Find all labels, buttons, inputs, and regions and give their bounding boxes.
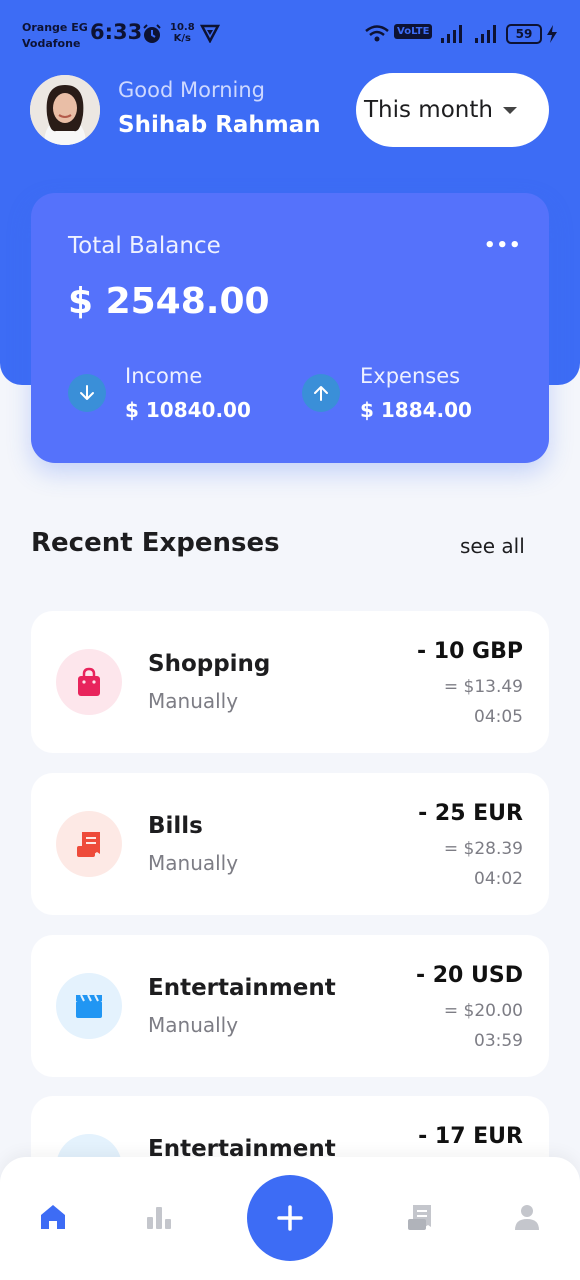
chart-icon[interactable] — [143, 1201, 175, 1233]
net-speed-unit: K/s — [173, 33, 192, 44]
expense-card[interactable]: Bills Manually - 25 EUR = $28.39 04:02 — [31, 773, 549, 915]
expenses-label: Expenses — [360, 364, 461, 388]
shopping-bag-icon — [56, 649, 122, 715]
period-dropdown[interactable]: This month — [356, 73, 549, 147]
network-speed: 10.8 K/s — [170, 22, 195, 44]
recent-expenses-title: Recent Expenses — [31, 528, 280, 558]
expense-method: Manually — [148, 851, 239, 875]
status-bar: Orange EG Vodafone 6:33 10.8 K/s VoLTE 5… — [0, 0, 580, 68]
clapperboard-icon — [56, 973, 122, 1039]
expense-amount: - 17 EUR — [418, 1124, 523, 1149]
net-speed-value: 10.8 — [170, 22, 195, 33]
receipt-icon — [56, 811, 122, 877]
income-value: $ 10840.00 — [125, 398, 251, 422]
profile-photo — [30, 75, 100, 145]
wifi-icon — [365, 25, 389, 42]
expense-time: 03:59 — [474, 1031, 523, 1051]
arrow-down-icon — [68, 374, 106, 412]
see-all-link[interactable]: see all — [460, 534, 525, 558]
profile-icon[interactable] — [511, 1201, 543, 1233]
user-name: Shihab Rahman — [118, 112, 321, 138]
period-dropdown-label: This month — [364, 97, 493, 123]
avatar[interactable] — [30, 75, 100, 145]
bottom-navigation — [0, 1157, 580, 1280]
carrier-info: Orange EG Vodafone — [22, 20, 88, 52]
expense-card[interactable]: Shopping Manually - 10 GBP = $13.49 04:0… — [31, 611, 549, 753]
signal-icon — [441, 25, 462, 43]
expense-converted: = $20.00 — [443, 1001, 523, 1021]
expense-amount: - 25 EUR — [418, 801, 523, 826]
expense-time: 04:02 — [474, 869, 523, 889]
expense-card[interactable]: Entertainment Manually - 20 USD = $20.00… — [31, 935, 549, 1077]
balance-value: $ 2548.00 — [68, 281, 270, 322]
expense-amount: - 20 USD — [415, 963, 523, 988]
expense-title: Entertainment — [148, 975, 336, 1001]
caret-down-icon — [502, 106, 517, 114]
arrow-up-icon — [302, 374, 340, 412]
home-icon[interactable] — [37, 1201, 69, 1233]
expense-converted: = $13.49 — [443, 677, 523, 697]
alarm-icon — [143, 24, 161, 43]
expense-title: Bills — [148, 813, 203, 839]
balance-label: Total Balance — [68, 233, 221, 259]
balance-card: Total Balance ••• $ 2548.00 Income $ 108… — [31, 193, 549, 463]
charging-icon — [547, 25, 557, 43]
greeting-text: Good Morning — [118, 78, 265, 102]
receipt-icon[interactable] — [404, 1201, 436, 1233]
carrier-2: Vodafone — [22, 37, 81, 50]
battery-indicator: 59 — [506, 24, 542, 44]
more-options-icon[interactable]: ••• — [484, 235, 522, 256]
income-label: Income — [125, 364, 203, 388]
add-expense-button[interactable] — [247, 1175, 333, 1261]
expense-converted: = $28.39 — [443, 839, 523, 859]
volte-badge: VoLTE — [394, 24, 433, 39]
carrier-1: Orange EG — [22, 21, 88, 34]
vpn-icon — [200, 24, 220, 43]
expense-amount: - 10 GBP — [416, 639, 523, 664]
expenses-value: $ 1884.00 — [360, 398, 472, 422]
expense-method: Manually — [148, 1013, 239, 1037]
clock: 6:33 — [90, 20, 143, 44]
add-icon — [277, 1205, 303, 1231]
expense-method: Manually — [148, 689, 239, 713]
signal-icon-2 — [475, 25, 496, 43]
expense-time: 04:05 — [474, 707, 523, 727]
expense-title: Shopping — [148, 651, 271, 677]
